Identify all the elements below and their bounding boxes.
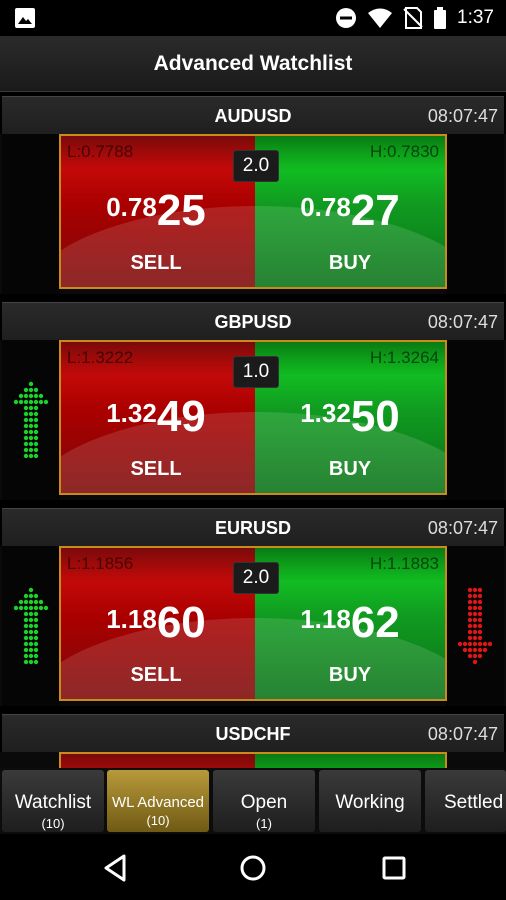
quote-panel bbox=[59, 752, 447, 768]
app-header: Advanced Watchlist bbox=[0, 36, 506, 92]
low-price: L:1.1856 bbox=[67, 554, 134, 573]
buy-price: 1.3250 bbox=[255, 392, 445, 442]
trend-right bbox=[446, 134, 504, 294]
down-arrow-icon bbox=[457, 587, 493, 665]
spread-badge: 2.0 bbox=[233, 150, 279, 182]
status-time: 1:37 bbox=[457, 7, 494, 28]
high-price: H:1.3264 bbox=[370, 348, 439, 367]
sell-label: SELL bbox=[130, 458, 182, 480]
sell-price-prefix: 1.18 bbox=[106, 604, 157, 634]
card-header: EURUSD 08:07:47 bbox=[2, 508, 504, 546]
trend-left bbox=[2, 546, 60, 706]
tab-watchlist[interactable]: Watchlist (10) bbox=[2, 770, 104, 832]
buy-label: BUY bbox=[328, 252, 372, 274]
battery-icon bbox=[434, 7, 447, 29]
buy-price-pips: 50 bbox=[350, 392, 400, 441]
sell-price-pips: 60 bbox=[156, 598, 206, 647]
up-arrow-icon bbox=[13, 587, 49, 665]
sell-label: SELL bbox=[130, 664, 182, 686]
sell-price-pips: 49 bbox=[156, 392, 206, 441]
wifi-icon bbox=[368, 8, 393, 28]
sell-price: 1.1860 bbox=[61, 598, 251, 648]
sell-price-prefix: 0.78 bbox=[106, 192, 157, 222]
watchlist-card-usdchf: USDCHF 08:07:47 bbox=[0, 712, 506, 768]
trend-right bbox=[446, 340, 504, 500]
watchlist-card-eurusd: EURUSD 08:07:47 L:1.1856 H:1.1883 2.0 1.… bbox=[0, 506, 506, 712]
sell-price-pips: 25 bbox=[156, 186, 206, 235]
card-header: USDCHF 08:07:47 bbox=[2, 714, 504, 752]
spread-badge: 1.0 bbox=[233, 356, 279, 388]
buy-label: BUY bbox=[328, 664, 372, 686]
tab-count: (10) bbox=[41, 816, 65, 831]
buy-label: BUY bbox=[328, 458, 372, 480]
trend-left bbox=[2, 340, 60, 500]
sell-price-prefix: 1.32 bbox=[106, 398, 157, 428]
buy-price-prefix: 1.18 bbox=[300, 604, 351, 634]
tab-open[interactable]: Open (1) bbox=[213, 770, 315, 832]
dnd-icon bbox=[336, 8, 357, 28]
tab-working[interactable]: Working bbox=[319, 770, 421, 832]
tab-wl-advanced[interactable]: WL Advanced (10) bbox=[107, 770, 209, 832]
tab-label: Settled bbox=[444, 792, 504, 813]
no-sim-icon bbox=[403, 7, 423, 29]
card-body bbox=[0, 752, 506, 768]
trend-right bbox=[446, 546, 504, 706]
watchlist-card-audusd: AUDUSD 08:07:47 L:0.7788 H:0.7830 2.0 0.… bbox=[0, 94, 506, 300]
tab-count: (1) bbox=[256, 816, 272, 831]
trend-left bbox=[2, 134, 60, 294]
buy-price-pips: 62 bbox=[350, 598, 400, 647]
low-price: L:0.7788 bbox=[67, 142, 134, 161]
sell-label: SELL bbox=[130, 252, 182, 274]
tab-count: (10) bbox=[146, 813, 170, 828]
tab-settled[interactable]: Settled bbox=[425, 770, 506, 832]
tab-label: Open bbox=[240, 792, 288, 813]
card-body: L:1.1856 H:1.1883 2.0 1.1860 1.1862 SELL… bbox=[0, 546, 506, 706]
quote-time: 08:07:47 bbox=[427, 518, 498, 538]
recents-icon[interactable] bbox=[381, 855, 407, 881]
tab-label: Working bbox=[335, 792, 405, 813]
card-header: GBPUSD 08:07:47 bbox=[2, 302, 504, 340]
low-price: L:1.3222 bbox=[67, 348, 134, 367]
sell-price: 0.7825 bbox=[61, 186, 251, 236]
page-title: Advanced Watchlist bbox=[153, 51, 353, 75]
buy-price-prefix: 1.32 bbox=[300, 398, 351, 428]
high-price: H:1.1883 bbox=[370, 554, 439, 573]
quote-panel: L:0.7788 H:0.7830 2.0 0.7825 0.7827 SELL… bbox=[59, 134, 447, 289]
quote-panel: L:1.3222 H:1.3264 1.0 1.3249 1.3250 SELL… bbox=[59, 340, 447, 495]
status-bar: 1:37 bbox=[0, 0, 506, 36]
quote-time: 08:07:47 bbox=[427, 312, 498, 332]
buy-price: 0.7827 bbox=[255, 186, 445, 236]
card-header: AUDUSD 08:07:47 bbox=[2, 96, 504, 134]
card-body: L:0.7788 H:0.7830 2.0 0.7825 0.7827 SELL… bbox=[0, 134, 506, 294]
quote-time: 08:07:47 bbox=[427, 724, 498, 744]
buy-price-prefix: 0.78 bbox=[300, 192, 351, 222]
tab-label: Watchlist bbox=[14, 792, 92, 813]
system-nav-bar bbox=[0, 834, 506, 900]
quote-panel: L:1.1856 H:1.1883 2.0 1.1860 1.1862 SELL… bbox=[59, 546, 447, 701]
back-icon[interactable] bbox=[102, 854, 128, 882]
buy-price-pips: 27 bbox=[350, 186, 400, 235]
sell-price: 1.3249 bbox=[61, 392, 251, 442]
gloss-top bbox=[61, 754, 445, 768]
tab-label: WL Advanced bbox=[112, 794, 204, 811]
watchlist-card-gbpusd: GBPUSD 08:07:47 L:1.3222 H:1.3264 1.0 1.… bbox=[0, 300, 506, 506]
spread-badge: 2.0 bbox=[233, 562, 279, 594]
up-arrow-icon bbox=[13, 381, 49, 459]
home-icon[interactable] bbox=[239, 854, 267, 882]
image-icon bbox=[15, 8, 35, 28]
quote-time: 08:07:47 bbox=[427, 106, 498, 126]
buy-price: 1.1862 bbox=[255, 598, 445, 648]
watchlist[interactable]: AUDUSD 08:07:47 L:0.7788 H:0.7830 2.0 0.… bbox=[0, 94, 506, 768]
tab-bar: Watchlist (10) WL Advanced (10) Open (1)… bbox=[0, 768, 506, 834]
high-price: H:0.7830 bbox=[370, 142, 439, 161]
card-body: L:1.3222 H:1.3264 1.0 1.3249 1.3250 SELL… bbox=[0, 340, 506, 500]
